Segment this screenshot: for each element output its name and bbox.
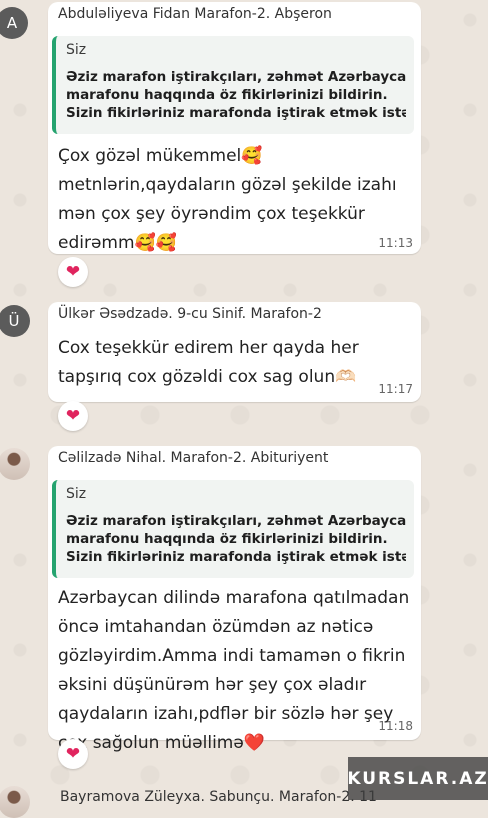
quote-line: Sizin fikirləriniz marafonda iştirak etm… <box>66 105 406 121</box>
quote-line: Əziz marafon iştirakçıları, zəhmət Azərb… <box>66 513 406 529</box>
message-text: Azərbaycan dilində marafona qatılmadan ö… <box>58 588 410 753</box>
message-text: Cox teşekkür edirem her qayda her tapşır… <box>58 338 359 387</box>
message-bubble[interactable]: Cəlilzadə Nihal. Marafon-2. Abituriyent … <box>48 446 421 753</box>
heart-reaction-icon[interactable]: ❤ <box>58 739 88 769</box>
message-bubble[interactable]: Ülkər Əsədzadə. 9-cu Sinif. Marafon-2 Co… <box>48 302 421 402</box>
quote-author: Siz <box>66 42 87 58</box>
message-bubble[interactable]: Abdulǝliyeva Fidan Marafon-2. Abşeron Si… <box>48 2 421 254</box>
sender-name[interactable]: Abdulǝliyeva Fidan Marafon-2. Abşeron <box>58 6 332 22</box>
heart-reaction-icon[interactable]: ❤ <box>58 257 88 287</box>
quote-line: Sizin fikirləriniz marafonda iştirak etm… <box>66 549 406 565</box>
message-text: Çox gözəl mükemmel🥰 metnlərin,qaydaların… <box>58 146 397 253</box>
heart-reaction-icon[interactable]: ❤ <box>58 401 88 431</box>
watermark-logo: KURSLAR.AZ <box>347 757 488 800</box>
quote-line: marafonu haqqında öz fikirlərinizi bildi… <box>66 87 388 103</box>
quote-author: Siz <box>66 486 87 502</box>
sender-name[interactable]: Ülkər Əsədzadə. 9-cu Sinif. Marafon-2 <box>58 306 322 322</box>
message-time: 11:17 <box>378 382 413 396</box>
avatar[interactable] <box>0 786 30 818</box>
message-time: 11:18 <box>378 719 413 733</box>
quote-line: Əziz marafon iştirakçıları, zəhmət Azərb… <box>66 69 406 85</box>
quoted-message[interactable]: Siz Əziz marafon iştirakçıları, zəhmət A… <box>52 480 414 578</box>
sender-name[interactable]: Bayramova Züleyxa. Sabunçu. Marafon-2. 1… <box>60 789 377 805</box>
message-time: 11:13 <box>378 236 413 250</box>
sender-name[interactable]: Cəlilzadə Nihal. Marafon-2. Abituriyent <box>58 450 328 466</box>
quote-line: marafonu haqqında öz fikirlərinizi bildi… <box>66 531 388 547</box>
quoted-message[interactable]: Siz Əziz marafon iştirakçıları, zəhmət A… <box>52 36 414 134</box>
quote-text: Əziz marafon iştirakçıları, zəhmət Azərb… <box>66 68 406 122</box>
quote-text: Əziz marafon iştirakçıları, zəhmət Azərb… <box>66 512 406 566</box>
